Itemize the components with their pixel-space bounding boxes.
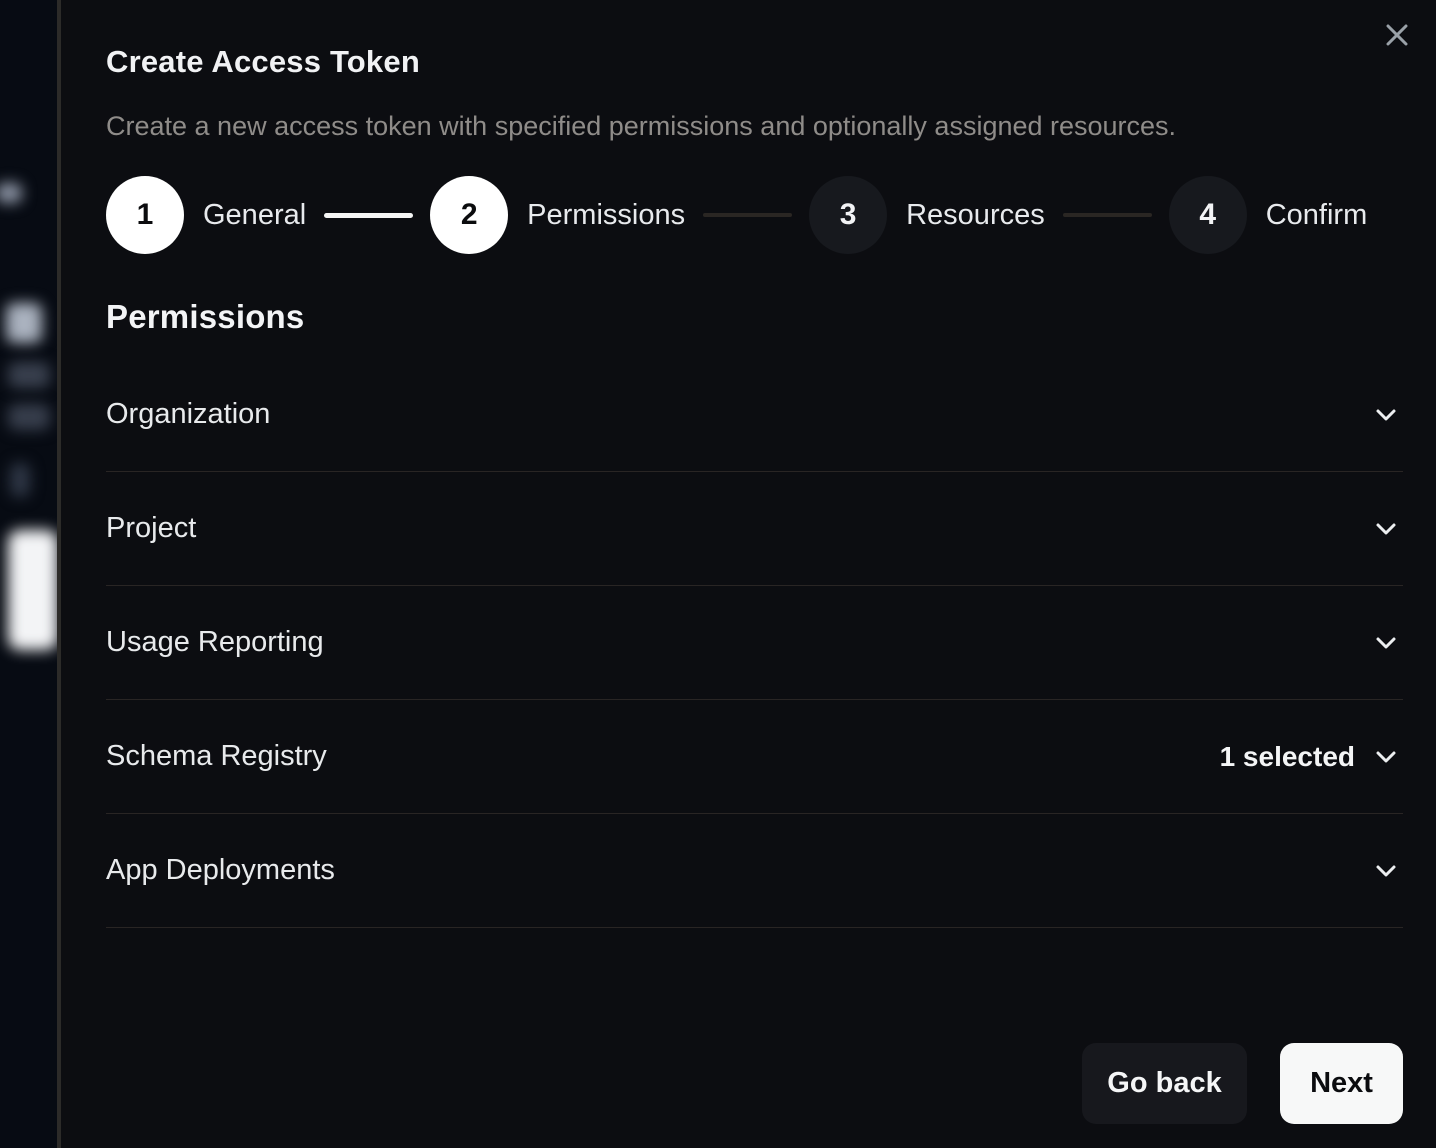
create-access-token-modal: Create Access Token Create a new access … xyxy=(57,0,1436,1148)
blurred-sidebar-card xyxy=(8,530,57,650)
accordion-row-schema-registry[interactable]: Schema Registry 1 selected xyxy=(106,700,1403,814)
accordion-row-organization[interactable]: Organization xyxy=(106,358,1403,472)
accordion-row-label: Usage Reporting xyxy=(106,626,1355,659)
blurred-sidebar-text xyxy=(0,183,22,203)
step-label: Resources xyxy=(906,199,1045,232)
next-button[interactable]: Next xyxy=(1280,1043,1403,1124)
step-label: Confirm xyxy=(1266,199,1368,232)
step-permissions[interactable]: 2 Permissions xyxy=(430,176,685,254)
step-number-circle: 3 xyxy=(809,176,887,254)
step-number-circle: 2 xyxy=(430,176,508,254)
chevron-down-icon xyxy=(1371,856,1401,886)
modal-footer: Go back Next xyxy=(1082,1043,1403,1124)
close-icon[interactable] xyxy=(1376,14,1418,56)
chevron-down-icon xyxy=(1371,400,1401,430)
blurred-sidebar-item xyxy=(8,404,50,430)
accordion-row-project[interactable]: Project xyxy=(106,472,1403,586)
modal-subtitle: Create a new access token with specified… xyxy=(106,111,1403,142)
stepper-connector xyxy=(703,213,792,217)
step-label: Permissions xyxy=(527,199,685,232)
accordion-row-label: Project xyxy=(106,512,1355,545)
step-confirm[interactable]: 4 Confirm xyxy=(1169,176,1368,254)
stepper-connector xyxy=(324,213,413,218)
accordion-row-label: App Deployments xyxy=(106,854,1355,887)
accordion-row-app-deployments[interactable]: App Deployments xyxy=(106,814,1403,928)
step-general[interactable]: 1 General xyxy=(106,176,306,254)
blurred-sidebar-item xyxy=(8,362,50,388)
chevron-down-icon xyxy=(1371,514,1401,544)
accordion-row-usage-reporting[interactable]: Usage Reporting xyxy=(106,586,1403,700)
go-back-button[interactable]: Go back xyxy=(1082,1043,1247,1124)
blurred-sidebar-icon xyxy=(10,463,30,497)
accordion-row-label: Schema Registry xyxy=(106,740,1220,773)
permission-groups-list: Organization Project Usage Reporting Sch… xyxy=(106,358,1403,928)
page-title: Create Access Token xyxy=(106,44,1403,80)
accordion-row-label: Organization xyxy=(106,398,1355,431)
wizard-stepper: 1 General 2 Permissions 3 Resources 4 Co… xyxy=(106,176,1403,254)
step-label: General xyxy=(203,199,306,232)
step-number-circle: 4 xyxy=(1169,176,1247,254)
stepper-connector xyxy=(1063,213,1152,217)
section-heading-permissions: Permissions xyxy=(106,298,1403,336)
step-resources[interactable]: 3 Resources xyxy=(809,176,1045,254)
chevron-down-icon xyxy=(1371,628,1401,658)
step-number-circle: 1 xyxy=(106,176,184,254)
background-page-strip xyxy=(0,0,57,1148)
chevron-down-icon xyxy=(1371,742,1401,772)
blurred-sidebar-item xyxy=(6,303,42,343)
selected-count-badge: 1 selected xyxy=(1220,741,1355,773)
